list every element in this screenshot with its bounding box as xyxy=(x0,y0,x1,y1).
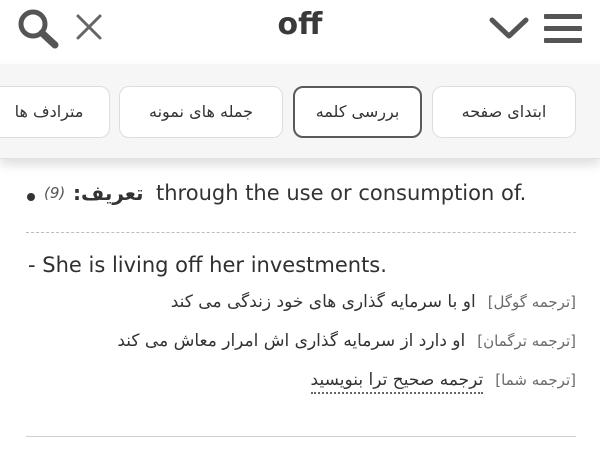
tab-top-of-page[interactable]: ابتدای صفحه xyxy=(432,86,576,138)
divider xyxy=(26,436,576,437)
translation-row: [ترجمه ترگمان] او دارد از سرمایه گذاری اش… xyxy=(117,331,576,351)
user-translation-input[interactable]: ترجمه صحیح ترا بنویسید xyxy=(310,370,484,394)
tab-synonyms[interactable]: مترادف ها xyxy=(0,86,110,138)
translation-label: [ترجمه ترگمان] xyxy=(477,332,576,350)
menu-icon[interactable] xyxy=(542,10,584,46)
translation-text: او دارد از سرمایه گذاری اش امرار معاش می… xyxy=(117,331,466,351)
page: off ابتدای صفحه بررسی کلمه جمله های نمون… xyxy=(0,0,600,450)
divider xyxy=(26,232,576,233)
translation-row: [ترجمه گوگل] او با سرمایه گذاری های خود ز… xyxy=(171,292,576,312)
definition-text: through the use or consumption of. xyxy=(156,181,527,205)
tab-example-sentences[interactable]: جمله های نمونه xyxy=(119,86,283,138)
top-bar: off xyxy=(0,0,600,58)
section-tabs: ابتدای صفحه بررسی کلمه جمله های نمونه مت… xyxy=(0,64,600,159)
tab-word-review[interactable]: بررسی کلمه xyxy=(293,86,422,138)
chevron-down-icon[interactable] xyxy=(488,14,530,44)
translation-label: [ترجمه گوگل] xyxy=(487,293,576,311)
bullet-icon xyxy=(27,193,35,201)
translation-label: [ترجمه شما] xyxy=(495,371,576,389)
translation-text: او با سرمایه گذاری های خود زندگی می کند xyxy=(170,292,476,312)
example-sentence: - She is living off her investments. xyxy=(28,253,387,277)
definition-count: (9) xyxy=(44,184,66,202)
definition-label: تعریف: xyxy=(73,181,144,205)
translation-row: [ترجمه شما] ترجمه صحیح ترا بنویسید xyxy=(310,370,576,394)
